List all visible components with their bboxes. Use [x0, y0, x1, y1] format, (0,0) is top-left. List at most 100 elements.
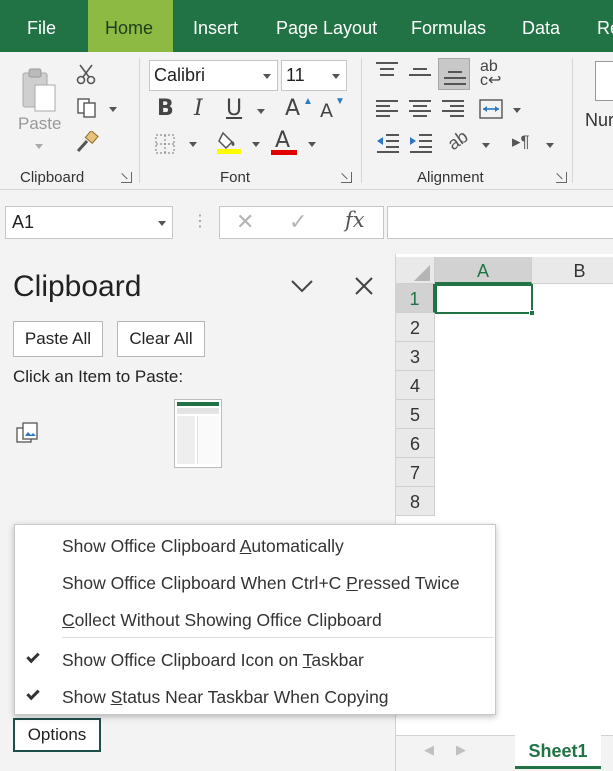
decrease-indent-button[interactable]	[375, 132, 401, 154]
tab-insert[interactable]: Insert	[193, 0, 238, 52]
alignment-dialog-launcher[interactable]	[556, 172, 567, 183]
copy-dropdown-arrow[interactable]	[109, 107, 117, 112]
chevron-down-icon[interactable]	[332, 74, 340, 79]
borders-button[interactable]	[153, 132, 177, 156]
row-header-6[interactable]: 6	[396, 429, 435, 458]
underline-button[interactable]: U	[226, 96, 242, 121]
clear-all-button[interactable]: Clear All	[117, 321, 205, 357]
font-color-swatch	[271, 150, 297, 155]
fill-color-button[interactable]	[215, 128, 243, 156]
row-header-4[interactable]: 4	[396, 371, 435, 400]
tab-data[interactable]: Data	[522, 0, 560, 52]
row-header-8[interactable]: 8	[396, 487, 435, 516]
close-pane-icon[interactable]	[354, 276, 374, 296]
row-header-7[interactable]: 7	[396, 458, 435, 487]
cancel-icon[interactable]: ✕	[236, 209, 254, 235]
align-right-button[interactable]	[442, 100, 464, 118]
font-size-value: 11	[286, 65, 305, 85]
orientation-dropdown-arrow[interactable]	[482, 143, 490, 148]
menu-item-collect-without-showing[interactable]: Collect Without Showing Office Clipboard	[62, 610, 382, 631]
fill-color-dropdown-arrow[interactable]	[252, 142, 260, 147]
font-name-combo[interactable]: Calibri	[149, 60, 278, 91]
font-dialog-launcher[interactable]	[341, 172, 352, 183]
row-header-1[interactable]: 1	[396, 284, 435, 313]
insert-function-button[interactable]: fx	[345, 208, 365, 232]
bottom-align-button[interactable]	[438, 58, 470, 90]
align-left-button[interactable]	[376, 100, 398, 118]
menu-item-show-ctrl-c-twice[interactable]: Show Office Clipboard When Ctrl+C Presse…	[62, 573, 460, 594]
decrease-font-size-button[interactable]: A	[320, 100, 333, 122]
thumbnail-grid	[197, 416, 219, 464]
italic-button[interactable]: I	[194, 96, 203, 121]
select-all-corner[interactable]	[396, 257, 435, 284]
merge-center-button[interactable]	[478, 98, 504, 120]
paste-button[interactable]	[14, 62, 64, 122]
checkmark-icon	[26, 686, 40, 701]
thumbnail-pane	[177, 416, 195, 464]
enter-check-icon[interactable]: ✓	[289, 209, 307, 235]
underline-dropdown-arrow[interactable]	[257, 109, 265, 114]
tab-page-layout[interactable]: Page Layout	[276, 0, 377, 52]
tab-file[interactable]: File	[27, 0, 56, 52]
column-header-b[interactable]: B	[532, 257, 613, 284]
clipboard-options-menu: Show Office Clipboard Automatically Show…	[14, 524, 496, 715]
tab-formulas[interactable]: Formulas	[411, 0, 486, 52]
format-painter-button[interactable]	[74, 130, 100, 154]
name-box[interactable]: A1	[5, 206, 173, 239]
orientation-button[interactable]: ab	[444, 126, 472, 155]
pane-options-chevron-icon[interactable]	[290, 278, 314, 298]
paste-label: Paste	[18, 114, 62, 133]
thumbnail-ribbon	[177, 408, 219, 414]
borders-dropdown-arrow[interactable]	[189, 142, 197, 147]
active-cell-a1[interactable]	[435, 284, 533, 314]
top-align-button[interactable]	[376, 62, 398, 80]
wrap-text-orientation-button[interactable]: ab c↩	[480, 59, 501, 89]
clipboard-dialog-launcher[interactable]	[121, 172, 132, 183]
row-header-5[interactable]: 5	[396, 400, 435, 429]
text-direction-button[interactable]: ▸¶	[512, 132, 530, 152]
menu-item-icon-on-taskbar[interactable]: Show Office Clipboard Icon on Taskbar	[62, 650, 364, 671]
row-header-2[interactable]: 2	[396, 313, 435, 342]
chevron-down-icon[interactable]	[263, 74, 271, 79]
column-header-a[interactable]: A	[435, 257, 532, 284]
copy-button[interactable]	[74, 96, 100, 120]
name-box-value: A1	[12, 212, 35, 232]
formula-input[interactable]	[387, 206, 613, 239]
font-color-button[interactable]: A	[270, 128, 300, 156]
row-header-3[interactable]: 3	[396, 342, 435, 371]
scroll-left-icon[interactable]: ◀	[424, 742, 434, 758]
outdent-icon	[377, 134, 399, 153]
middle-align-button[interactable]	[409, 62, 431, 80]
increase-font-size-button[interactable]: A	[285, 96, 300, 121]
paste-dropdown-arrow[interactable]	[35, 144, 43, 149]
text-direction-dropdown-arrow[interactable]	[546, 143, 554, 148]
font-size-combo[interactable]: 11	[281, 60, 347, 91]
menu-separator	[62, 637, 494, 638]
merge-dropdown-arrow[interactable]	[513, 108, 521, 113]
sheet-tab-sheet1[interactable]: Sheet1	[515, 735, 601, 769]
font-color-dropdown-arrow[interactable]	[308, 142, 316, 147]
menu-item-status-near-taskbar[interactable]: Show Status Near Taskbar When Copying	[62, 687, 389, 708]
align-center-button[interactable]	[409, 100, 431, 118]
scroll-right-icon[interactable]: ▶	[456, 742, 466, 758]
menu-item-show-automatically[interactable]: Show Office Clipboard Automatically	[62, 536, 344, 557]
tab-review-partial[interactable]: Re	[597, 0, 613, 52]
border-icon	[155, 134, 175, 154]
fill-handle[interactable]	[529, 310, 535, 316]
paste-all-button[interactable]: Paste All	[13, 321, 103, 357]
bottom-align-icon	[444, 67, 466, 85]
increase-indent-button[interactable]	[408, 132, 434, 154]
clipboard-item-picture-icon[interactable]	[15, 420, 41, 446]
bold-button[interactable]: B	[157, 96, 174, 121]
group-divider	[139, 58, 140, 183]
merge-icon	[479, 99, 503, 119]
number-format-icon[interactable]	[595, 61, 613, 101]
shrink-arrow-icon: ▼	[335, 96, 345, 107]
clipboard-item-thumbnail[interactable]	[174, 399, 222, 468]
grow-arrow-icon: ▲	[303, 96, 313, 107]
tab-home[interactable]: Home	[88, 0, 173, 52]
options-button[interactable]: Options	[13, 718, 101, 752]
chevron-down-icon[interactable]	[158, 221, 166, 226]
formula-bar-grip[interactable]: ⋮	[192, 211, 208, 231]
cut-button[interactable]	[74, 62, 98, 86]
